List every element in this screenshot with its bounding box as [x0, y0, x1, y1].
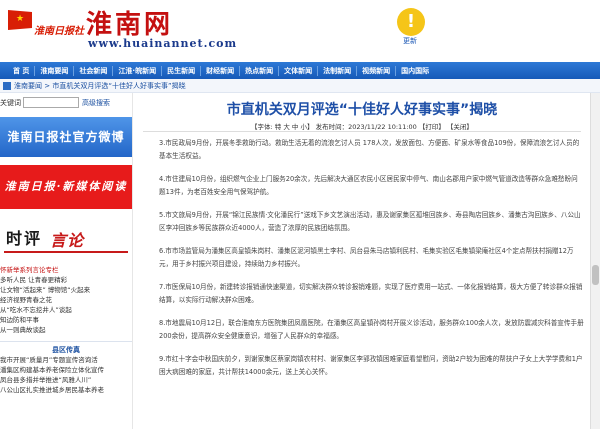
article-paragraph: 9.市红十字会中秋国庆前夕，到谢家集区蔡家岗镇农村村、谢家集区李郢孜镇困难家庭看…	[159, 355, 583, 376]
nav-jianghuai-news[interactable]: 江淮·皖新闻	[113, 65, 163, 76]
site-name[interactable]: 淮南网	[86, 4, 173, 41]
main-navbar: 首 页 淮南要闻 社会新闻 江淮·皖新闻 民生新闻 财经新闻 热点新闻 文体新闻…	[0, 62, 600, 79]
site-url: www.huainannet.com	[88, 37, 238, 50]
article-panel: 市直机关双月评选“十佳好人好事实事”揭晓 【字体: 特 大 中 小】 发布时间：…	[132, 93, 590, 429]
breadcrumb: 淮南要闻 > 市直机关双月评选“十佳好人好事实事”揭晓	[0, 79, 600, 93]
page-scrollbar[interactable]	[590, 93, 600, 429]
nav-social-news[interactable]: 社会新闻	[74, 65, 114, 76]
star-icon: ★	[16, 14, 25, 24]
nav-hot-news[interactable]: 热点新闻	[240, 65, 280, 76]
article-paragraph: 3.市民政局9月份，开展冬季救助行动。救助生活无着的流浪乞讨人员 178人次，发…	[159, 139, 580, 160]
sidebar-article-list: 怀新举系列言论专栏 多听人民 让青春更精彩 让文物“活起来” 博物馆“火起来 经…	[0, 265, 132, 395]
new-media-banner[interactable]: 淮南日报·新媒体阅读	[0, 165, 132, 209]
list-item[interactable]: 从“吃水不忘挖井人”谈起	[0, 305, 132, 315]
list-item[interactable]: 怀新举系列言论专栏	[0, 265, 132, 275]
warning-icon[interactable]: !	[397, 8, 425, 36]
list-item[interactable]: 知边防和平事	[0, 315, 132, 325]
search-label: 关键词	[0, 98, 21, 107]
nav-local-news[interactable]: 淮南要闻	[35, 65, 75, 76]
commentary-banner-title: 时评	[6, 229, 43, 248]
nav-video-news[interactable]: 视频新闻	[357, 65, 397, 76]
nav-livelihood-news[interactable]: 民生新闻	[162, 65, 202, 76]
list-item[interactable]: 凤台县多措并举推进“风雅人川”	[0, 375, 132, 385]
list-item[interactable]: 我市开展“质量月”专题宣传咨询活	[0, 355, 132, 365]
scrollbar-thumb[interactable]	[592, 265, 599, 285]
commentary-banner[interactable]: 时评 言论	[0, 217, 132, 263]
banner-divider	[4, 251, 128, 253]
site-header: ★ 淮南日报社 淮南网 www.huainannet.com ! 更新	[0, 0, 600, 62]
newspaper-logo[interactable]: ★ 淮南日报社	[6, 6, 84, 56]
article-meta[interactable]: 【字体: 特 大 中 小】 发布时间：2023/11/22 10:11:00 【…	[133, 121, 591, 131]
district-section-title: 县区传真	[0, 341, 132, 355]
list-item[interactable]: 从一则典故谈起	[0, 325, 132, 335]
nav-home[interactable]: 首 页	[8, 65, 36, 76]
article-paragraph: 5.市文旅局9月份，开展“锦江民族情·文化潘民行”送戏下乡文艺演出活动，惠及谢家…	[159, 211, 581, 232]
left-sidebar: 关键词 高级搜索 淮南日报社官方微博 淮南日报·新媒体阅读 时评 言论 怀新举系…	[0, 93, 132, 429]
article-paragraph: 7.市医保局10月份，新建转诊报销通快速渠道，切实解决群众转诊报销难题，实现了医…	[159, 283, 583, 304]
weibo-banner[interactable]: 淮南日报社官方微博	[0, 117, 132, 157]
advanced-search-button[interactable]: 高级搜索	[82, 98, 110, 108]
list-item[interactable]: 潘集区构建基本养老保险立体化宣传	[0, 365, 132, 375]
search-row: 关键词 高级搜索	[0, 97, 110, 108]
article-body: 3.市民政局9月份，开展冬季救助行动。救助生活无着的流浪乞讨人员 178人次，发…	[159, 137, 584, 389]
nav-finance-news[interactable]: 财经新闻	[201, 65, 241, 76]
list-item[interactable]: 多听人民 让青春更精彩	[0, 275, 132, 285]
nav-culture-sports-news[interactable]: 文体新闻	[279, 65, 319, 76]
update-link[interactable]: 更新	[403, 36, 417, 46]
breadcrumb-text[interactable]: 淮南要闻 > 市直机关双月评选“十佳好人好事实事”揭晓	[14, 81, 186, 91]
list-item[interactable]: 让文物“活起来” 博物馆“火起来	[0, 285, 132, 295]
list-item[interactable]: 八公山区扎实推进城乡居民基本养老	[0, 385, 132, 395]
article-paragraph: 6.市市场监管局为潘集区高皇镇朱岗村、潘集区泥河镇黑土李村、凤台县朱马店镇利民村…	[159, 247, 574, 268]
nav-world-news[interactable]: 国内国际	[396, 66, 434, 76]
nav-legal-news[interactable]: 法制新闻	[318, 65, 358, 76]
list-item[interactable]: 经济视野青春之花	[0, 295, 132, 305]
home-icon[interactable]	[3, 81, 11, 90]
article-paragraph: 4.市住建局10月份，组织燃气企业上门服务20余次，先后解决大通区农民小区居民家…	[159, 175, 578, 196]
meta-divider	[143, 131, 581, 132]
logo-text: 淮南日报社	[34, 26, 84, 37]
article-title: 市直机关双月评选“十佳好人好事实事”揭晓	[226, 102, 498, 118]
article-paragraph: 8.市地震局10月12日，联合淮南东方医院集团凤凰医院，在潘集区高皇镇孙岗村开展…	[159, 319, 584, 340]
commentary-banner-subtitle: 言论	[50, 231, 85, 250]
search-input[interactable]	[23, 97, 79, 108]
